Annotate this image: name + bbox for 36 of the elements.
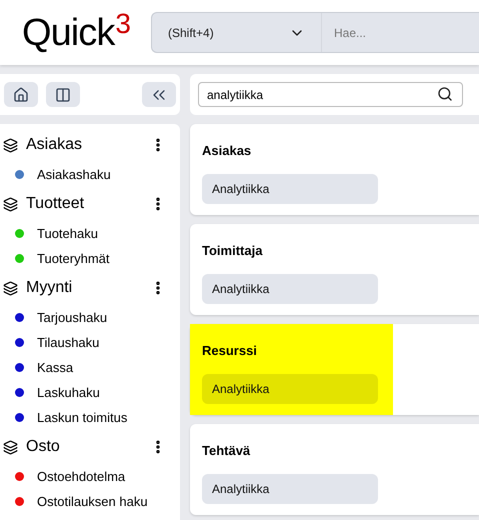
group-title[interactable]: Myynti (26, 276, 72, 300)
search-field[interactable]: analytiikka (198, 82, 463, 107)
nav-item[interactable]: Tilaushaku (37, 332, 100, 352)
nav-item[interactable]: Tuoteryhmät (37, 248, 110, 268)
layers-icon (3, 440, 18, 454)
search-bar[interactable]: (Shift+4) Hae... (151, 12, 479, 53)
shortcut-select[interactable]: (Shift+4) (168, 24, 214, 42)
collapse-button[interactable] (142, 82, 176, 107)
home-button[interactable] (4, 82, 38, 107)
group-title[interactable]: Tuotteet (26, 192, 84, 216)
search-input[interactable]: Hae... (334, 24, 464, 42)
card-title: Asiakas (202, 142, 252, 160)
layout-button[interactable] (46, 82, 80, 107)
nav-item[interactable]: Tarjoushaku (37, 308, 108, 328)
nav-item[interactable]: Ostotilauksen haku (37, 492, 148, 512)
card-title: Tehtävä (202, 442, 252, 460)
nav-item[interactable]: Laskun toimitus (37, 408, 128, 428)
home-icon (13, 86, 29, 102)
group-title[interactable]: Asiakas (26, 133, 82, 157)
card-title: Resurssi (202, 342, 258, 360)
result-link[interactable]: Analytiikka (202, 374, 378, 404)
nav-item[interactable]: Kassa (37, 358, 74, 378)
columns-icon (55, 86, 71, 102)
card-title: Toimittaja (202, 242, 264, 260)
nav-item[interactable]: Asiakashaku (37, 164, 111, 184)
result-link[interactable]: Analytiikka (202, 474, 378, 504)
result-link[interactable]: Analytiikka (202, 274, 378, 304)
nav-item[interactable]: Tuotehaku (37, 224, 98, 244)
nav-item[interactable]: Laskuhaku (37, 382, 100, 402)
search-icon (437, 86, 453, 102)
nav-item[interactable]: Ostoehdotelma (37, 466, 126, 486)
layers-icon (3, 196, 18, 212)
group-title[interactable]: Osto (26, 435, 60, 459)
result-link[interactable]: Analytiikka (202, 174, 378, 204)
layers-icon (3, 280, 18, 296)
layers-icon (3, 138, 18, 152)
